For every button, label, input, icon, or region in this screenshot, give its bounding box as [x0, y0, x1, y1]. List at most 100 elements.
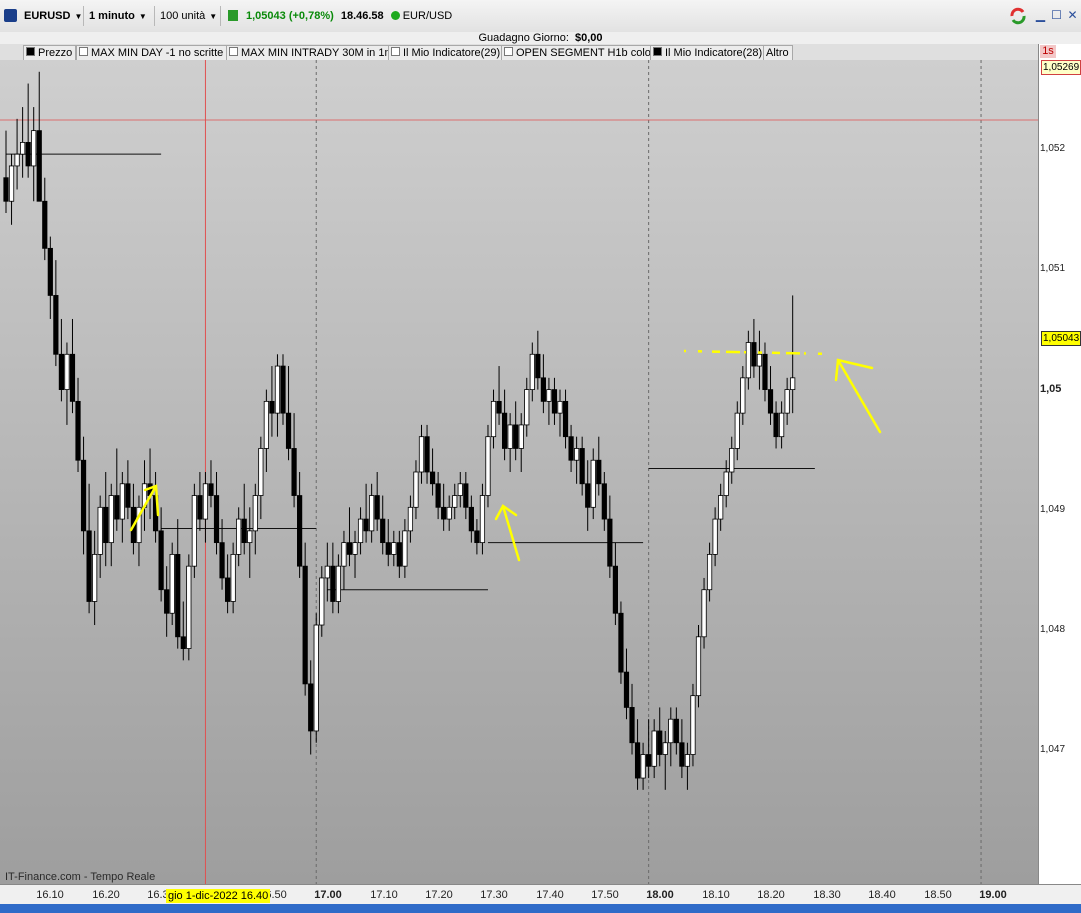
price-label: 1,047 — [1040, 744, 1066, 755]
refresh-icon[interactable] — [1008, 6, 1028, 26]
indicator-altro[interactable]: Altro — [763, 45, 793, 61]
indicator-max-min-day[interactable]: MAX MIN DAY -1 no scritte — [76, 45, 228, 61]
candle-body — [596, 459, 602, 485]
indicator-mio-28[interactable]: Il Mio Indicatore(28) — [650, 45, 767, 61]
candle-body — [640, 754, 646, 779]
candle-body — [341, 542, 347, 567]
candle-body — [734, 412, 740, 449]
high-price-tag: 1,05269 — [1041, 60, 1081, 75]
candle-body — [175, 553, 181, 638]
candle-body — [14, 153, 20, 167]
toolbar-separator — [154, 6, 155, 26]
candle-body — [662, 742, 668, 755]
minimize-icon[interactable]: ▁ — [1034, 9, 1047, 22]
taskbar — [0, 904, 1081, 913]
candle-body — [324, 565, 330, 579]
candle-body — [557, 400, 563, 414]
candle-body — [396, 542, 402, 567]
candle-body — [236, 518, 242, 555]
top-toolbar: EURUSD ▼ 1 minuto ▼ 100 unità ▼ 1,05043 (+0… — [0, 0, 1081, 33]
indicator-max-min-intraday[interactable]: MAX MIN INTRADY 30M in 1m — [226, 45, 398, 61]
candle-body — [679, 742, 685, 767]
time-label: 16.10 — [36, 889, 64, 901]
candle-body — [718, 495, 724, 520]
indicator-label: Prezzo — [38, 47, 73, 59]
candle-body — [646, 754, 652, 767]
time-axis: 16.10 16.20 16.30 16.50 17.00 17.10 17.2… — [0, 884, 1081, 905]
candle-body — [164, 589, 170, 614]
maximize-icon[interactable]: ☐ — [1050, 9, 1063, 22]
candle-body — [485, 436, 491, 496]
candle-body — [247, 530, 253, 544]
price-change-icon — [228, 10, 238, 21]
indicator-open-segment[interactable]: OPEN SEGMENT H1b color — [501, 45, 659, 61]
candle-body — [274, 365, 281, 414]
candle-body — [579, 448, 585, 485]
candle-body — [729, 448, 735, 473]
toolbar-separator — [83, 6, 84, 26]
price-readout: 1,05043 (+0,78%) 18.46.58 EUR/USD — [246, 8, 452, 25]
candle-body — [651, 730, 657, 767]
candle-body — [463, 483, 469, 508]
candle-body — [169, 553, 175, 614]
gain-label: Guadagno Giorno: — [478, 32, 569, 44]
price-chart[interactable] — [0, 60, 1038, 884]
candle-body — [269, 400, 275, 414]
indicator-label: Il Mio Indicatore(29) — [403, 47, 501, 59]
checkbox-icon — [653, 47, 662, 56]
candle-body — [374, 495, 380, 520]
candle-body — [490, 400, 497, 438]
price-scale[interactable] — [1038, 44, 1081, 884]
candle-body — [574, 448, 580, 461]
candle-body — [263, 400, 269, 449]
candle-body — [706, 553, 713, 591]
indicator-label: MAX MIN INTRADY 30M in 1m — [241, 47, 394, 59]
candle-body — [64, 353, 70, 390]
units-dropdown[interactable]: 100 unità ▼ — [160, 8, 217, 25]
candle-body — [319, 577, 325, 626]
timeframe-dropdown[interactable]: 1 minuto ▼ — [89, 8, 147, 25]
price-label: 1,048 — [1040, 624, 1066, 635]
checkbox-icon — [79, 47, 88, 56]
time-label: 18.10 — [702, 889, 730, 901]
candle-body — [568, 436, 574, 461]
candle-body — [429, 471, 436, 485]
candle-body — [513, 424, 519, 449]
candle-body — [501, 412, 508, 449]
candle-body — [352, 542, 358, 555]
candle-body — [535, 353, 541, 379]
time-label: 16.20 — [92, 889, 120, 901]
candle-body — [673, 718, 679, 744]
units-label: 100 unità — [160, 10, 206, 22]
candle-body — [230, 553, 236, 602]
candle-body — [385, 542, 391, 555]
candle-body — [684, 754, 691, 767]
candle-body — [668, 718, 674, 744]
candle-body — [756, 353, 763, 367]
indicator-prezzo[interactable]: Prezzo — [23, 45, 77, 61]
candle-body — [562, 400, 569, 438]
candle-body — [252, 495, 258, 532]
status-dot-icon — [390, 11, 400, 20]
candle-body — [784, 389, 790, 414]
symbol-dropdown[interactable]: EURUSD ▼ — [24, 8, 82, 25]
timeframe-label: 1 minuto — [89, 10, 135, 22]
indicator-mio-29[interactable]: Il Mio Indicatore(29) — [388, 45, 505, 61]
candle-body — [723, 471, 729, 496]
close-icon[interactable]: ✕ — [1066, 9, 1079, 22]
candle-body — [524, 389, 530, 426]
chevron-down-icon: ▼ — [209, 12, 218, 21]
indicator-label: MAX MIN DAY -1 no scritte — [91, 47, 224, 59]
candle-body — [92, 553, 98, 602]
candle-body — [346, 542, 353, 555]
time-label: 18.50 — [924, 889, 952, 901]
candle-body — [8, 165, 15, 202]
candle-body — [75, 400, 81, 461]
checkbox-icon — [26, 47, 35, 56]
candle-body — [441, 506, 447, 520]
candle-body — [302, 565, 308, 685]
candle-body — [86, 530, 92, 602]
candle-body — [219, 542, 225, 579]
candle-body — [712, 518, 718, 555]
app-icon — [4, 9, 17, 22]
